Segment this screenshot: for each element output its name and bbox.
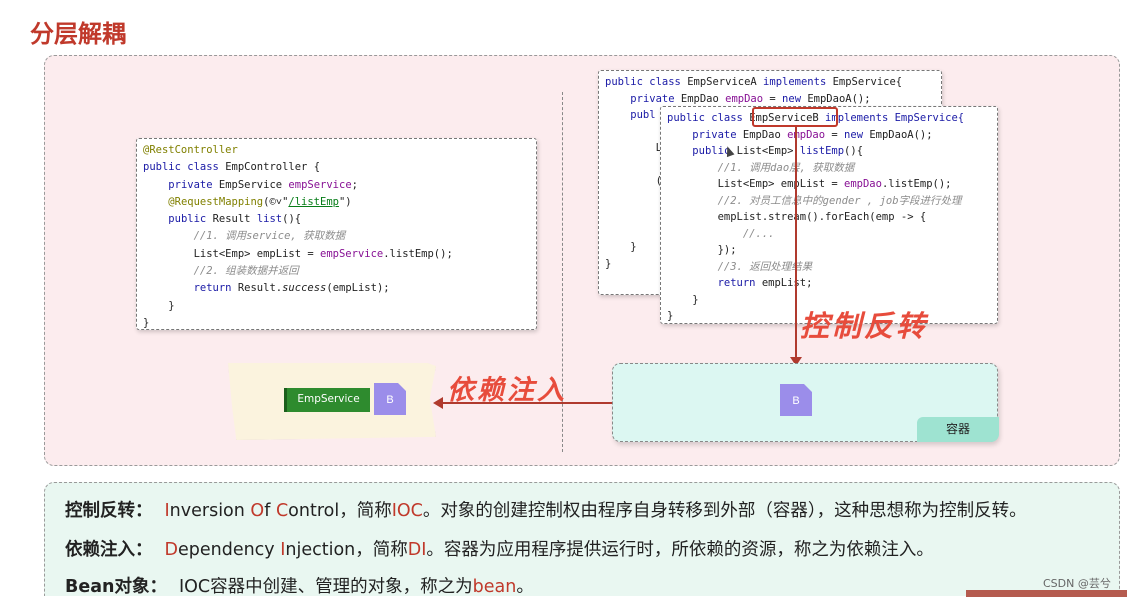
letter: O [250, 501, 265, 521]
ioc-arrow-line [795, 127, 797, 360]
letter: C [275, 501, 289, 521]
code-line: //... [667, 227, 775, 240]
abbr: IOC [391, 501, 423, 521]
bean-word: bean [472, 577, 517, 597]
code-line: @RequestMapping(©˅"/listEmp") [168, 195, 352, 208]
container-tag: 容器 [917, 417, 999, 442]
text: nversion [169, 501, 251, 521]
code-line: public class EmpServiceA implements EmpS… [605, 76, 903, 88]
code-line: public List<Emp> listEmp(){ [692, 145, 864, 157]
code-line: //3. 返回处理结果 [667, 260, 813, 273]
text: IOC容器中创建、管理的对象，称之为 [178, 577, 473, 597]
letter: D [164, 540, 178, 560]
code-line: empList.stream().forEach(emp -> { [717, 211, 927, 223]
text: ependency [177, 540, 281, 560]
text: 。对象的创建控制权由程序自身转移到外部（容器），这种思想称为控制反转。 [422, 501, 1027, 521]
definition-term: Bean对象： [65, 577, 167, 597]
code-line: public class EmpController { [143, 161, 321, 174]
arrow-left-icon [433, 397, 443, 409]
code-line: return empList; [717, 277, 813, 289]
bottom-strip [966, 590, 1127, 597]
text: f [264, 501, 276, 521]
abbr: DI [407, 540, 427, 560]
code-line: //1. 调用service, 获取数据 [143, 230, 346, 243]
watermark: CSDN @芸兮 [1043, 577, 1111, 590]
code-line: } [143, 316, 150, 329]
code-line: return Result.success(empList); [193, 282, 390, 295]
code-line: List<Emp> empList = empDao.listEmp(); [667, 178, 952, 190]
text: ontrol，简称 [288, 501, 392, 521]
text: 。容器为应用程序提供运行时，所依赖的资源，称之为依赖注入。 [426, 540, 934, 560]
highlight-box [752, 107, 838, 127]
definition-di: 依赖注入： Dependency Injection，简称DI。容器为应用程序提供… [65, 536, 934, 561]
code-line: //2. 组装数据并返回 [143, 265, 299, 278]
emp-service-tag: EmpService [284, 388, 370, 412]
text: njection，简称 [285, 540, 408, 560]
code-line: List<Emp> empList = empService.listEmp()… [143, 247, 453, 260]
definition-term: 依赖注入： [65, 540, 153, 560]
bean-b-icon: B [374, 383, 406, 415]
controller-code-card: @RestController public class EmpControll… [136, 138, 537, 330]
code-line: private EmpDao empDao = new EmpDaoA(); [692, 128, 933, 141]
code-line: private EmpService empService; [168, 178, 358, 191]
text: 。 [516, 577, 534, 597]
code-line: } [143, 299, 175, 312]
bean-b-icon: B [780, 384, 812, 416]
definition-bean: Bean对象： IOC容器中创建、管理的对象，称之为bean。 [65, 573, 534, 597]
code-line: public Result list(){ [168, 213, 302, 226]
code-line: @RestController [143, 144, 238, 156]
ioc-label: 控制反转 [800, 309, 929, 343]
code-line: private EmpDao empDao = new EmpDaoA(); [630, 92, 871, 105]
di-label: 依赖注入 [447, 375, 567, 406]
service-b-code-card: public class EmpServiceB implements EmpS… [660, 106, 998, 324]
definition-term: 控制反转： [65, 501, 153, 521]
code-line: }); [667, 244, 737, 256]
page-title: 分层解耦 [30, 20, 126, 48]
code-line: //1. 调用dao层, 获取数据 [667, 161, 855, 174]
code-line: //2. 对员工信息中的gender , job字段进行处理 [667, 194, 962, 207]
definition-ioc: 控制反转： Inversion Of Control，简称IOC。对象的创建控制权… [65, 497, 1027, 522]
